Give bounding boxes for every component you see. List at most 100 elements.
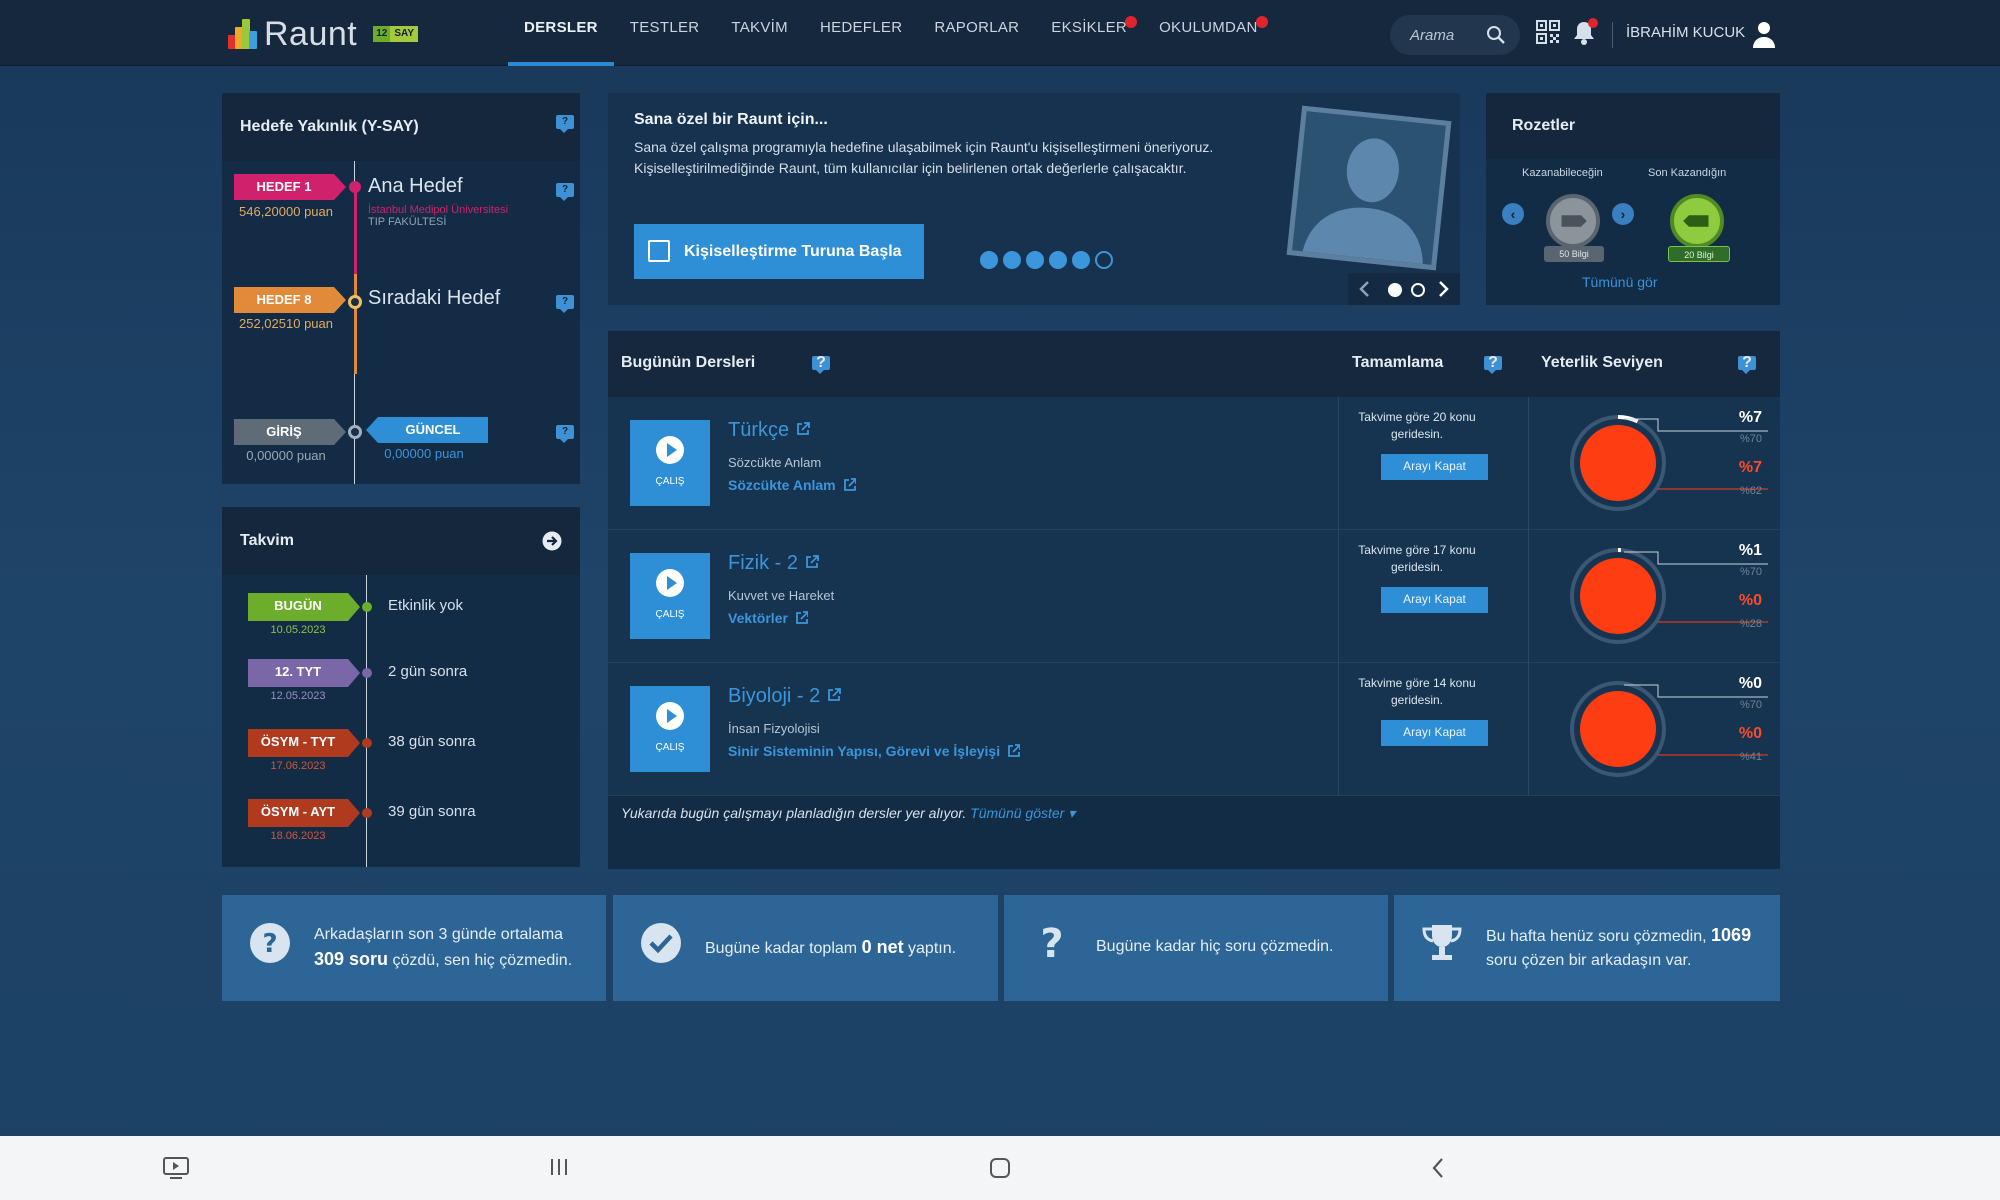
calendar-tag[interactable]: 12. TYT — [248, 659, 360, 687]
calendar-tag[interactable]: ÖSYM - TYT — [248, 729, 360, 757]
help-icon[interactable]: ? — [1738, 355, 1756, 374]
back-icon[interactable] — [1430, 1156, 1446, 1185]
carousel-dot-active[interactable] — [1388, 283, 1402, 297]
help-icon[interactable]: ? — [812, 355, 830, 374]
study-button[interactable]: ÇALIŞ — [630, 420, 710, 506]
question-icon: ? — [1040, 921, 1063, 965]
external-link-icon[interactable] — [788, 610, 809, 626]
close-gap-button[interactable]: Arayı Kapat — [1381, 454, 1488, 480]
lesson-topic: Sözcükte Anlam — [728, 477, 836, 493]
nav-item-1[interactable]: TESTLER — [614, 0, 716, 66]
calendar-event-text: 39 gün sonra — [388, 803, 476, 820]
external-link-icon[interactable] — [798, 552, 820, 574]
help-icon[interactable]: ? — [1484, 355, 1502, 374]
earnable-badge[interactable] — [1546, 194, 1600, 248]
tag-icon — [1561, 215, 1587, 227]
logo-text: Raunt — [264, 14, 358, 53]
entry-tag: GİRİŞ — [234, 419, 346, 445]
class-badge-text: SAY — [390, 26, 419, 42]
stat1-text-end: çözdü, sen hiç çözmedin. — [392, 952, 573, 969]
help-icon[interactable]: ? — [556, 295, 574, 313]
lesson-topic-link[interactable]: Sözcükte Anlam — [728, 477, 857, 493]
carousel-dot[interactable] — [1411, 283, 1425, 297]
show-all-link[interactable]: Tümünü göster ▾ — [970, 805, 1075, 821]
external-link-icon[interactable] — [836, 477, 857, 493]
personalize-title: Sana özel bir Raunt için... — [634, 111, 828, 128]
lesson-topic-link[interactable]: Vektörler — [728, 610, 809, 626]
lessons-footnote: Yukarıda bugün çalışmayı planladığın der… — [621, 805, 1075, 822]
calendar-date: 17.06.2023 — [270, 760, 326, 772]
calendar-node — [362, 738, 372, 748]
study-button[interactable]: ÇALIŞ — [630, 686, 710, 772]
lesson-title[interactable]: Türkçe — [728, 419, 811, 442]
column-divider — [1338, 663, 1339, 796]
target1-title[interactable]: Ana Hedef — [368, 175, 463, 198]
carousel-next-icon[interactable] — [1438, 281, 1450, 297]
calendar-event-label: gün sonra — [408, 803, 476, 820]
search-icon[interactable] — [1486, 25, 1506, 45]
timeline-line-target8 — [354, 274, 357, 374]
lesson-topic-link[interactable]: Sinir Sisteminin Yapısı, Görevi ve İşley… — [728, 743, 1021, 759]
carousel-prev-icon[interactable] — [1358, 281, 1370, 297]
trophy-icon — [1422, 925, 1462, 960]
calendar-tag[interactable]: BUGÜN — [248, 593, 360, 621]
help-icon[interactable]: ? — [556, 115, 574, 133]
nav-item-label: TESTLER — [629, 19, 700, 36]
target8-title[interactable]: Sıradaki Hedef — [368, 287, 500, 310]
play-icon — [656, 702, 684, 730]
stat4-text-end: soru çözen bir arkadaşın var. — [1486, 952, 1692, 969]
start-personalization-label: Kişiselleştirme Turuna Başla — [684, 242, 902, 260]
qr-code-icon[interactable] — [1536, 20, 1560, 44]
top-bar: Raunt 12 SAY DERSLER TESTLER TAKVİM HEDEFLE… — [0, 0, 2000, 66]
start-personalization-button[interactable]: Kişiselleştirme Turuna Başla — [634, 224, 924, 279]
badge-next-icon[interactable]: › — [1612, 203, 1634, 225]
nav-item-6[interactable]: OKULUMDAN — [1143, 0, 1274, 66]
external-link-icon[interactable] — [1000, 743, 1021, 759]
last-earned-badge[interactable] — [1670, 194, 1724, 248]
external-link-icon[interactable] — [789, 419, 811, 441]
external-link-icon[interactable] — [820, 685, 842, 707]
help-icon[interactable]: ? — [556, 183, 574, 201]
close-gap-button[interactable]: Arayı Kapat — [1381, 720, 1488, 746]
completion-status: Takvime göre 14 konu geridesin. — [1358, 676, 1476, 707]
recent-apps-icon[interactable] — [548, 1156, 570, 1183]
carousel-nav — [1348, 273, 1460, 305]
search-box[interactable]: Arama — [1390, 15, 1520, 55]
close-gap-button[interactable]: Arayı Kapat — [1381, 587, 1488, 613]
see-all-badges-link[interactable]: Tümünü gör — [1582, 274, 1657, 290]
nav-item-2[interactable]: TAKVİM — [715, 0, 804, 66]
nav-item-3[interactable]: HEDEFLER — [804, 0, 918, 66]
study-button[interactable]: ÇALIŞ — [630, 553, 710, 639]
level-title: Yeterlik Seviyen — [1541, 354, 1663, 371]
nav-item-4[interactable]: RAPORLAR — [918, 0, 1035, 66]
screen-share-icon[interactable] — [162, 1156, 190, 1185]
nav-item-0[interactable]: DERSLER — [508, 0, 614, 66]
target8-tag[interactable]: HEDEF 8 — [234, 287, 346, 313]
arrow-right-circle-icon[interactable] — [542, 531, 562, 551]
target1-node — [349, 181, 361, 193]
target8-node — [348, 295, 362, 309]
user-name[interactable]: İBRAHİM KUCUK — [1626, 24, 1745, 41]
help-icon[interactable]: ? — [556, 425, 574, 443]
question-circle-icon: ? — [250, 923, 290, 963]
step-pending-icon — [1095, 251, 1113, 269]
completion-status: Takvime göre 17 konu geridesin. — [1358, 543, 1476, 574]
avatar-placeholder — [1286, 105, 1452, 271]
target1-tag[interactable]: HEDEF 1 — [234, 174, 346, 200]
user-icon[interactable] — [1752, 20, 1776, 48]
badge-prev-icon[interactable]: ‹ — [1502, 203, 1524, 225]
nav-item-5[interactable]: EKSİKLER — [1035, 0, 1143, 66]
calendar-event-label: gün sonra — [408, 733, 476, 750]
lesson-title[interactable]: Fizik - 2 — [728, 552, 820, 575]
target1-faculty: TIP FAKÜLTESİ — [368, 216, 447, 228]
lesson-title[interactable]: Biyoloji - 2 — [728, 685, 842, 708]
gauge-bottom-value: %0 — [1738, 592, 1762, 609]
tag-icon — [1683, 215, 1709, 227]
stat-no-questions: ? Bugüne kadar hiç soru çözmedin. — [1004, 895, 1388, 1001]
stat2-number: 0 net — [861, 937, 904, 957]
home-icon[interactable] — [988, 1156, 1012, 1185]
lesson-row: ÇALIŞ Türkçe Sözcükte Anlam Sözcükte Anlam T… — [608, 397, 1780, 530]
calendar-tag[interactable]: ÖSYM - AYT — [248, 799, 360, 827]
logo[interactable]: Raunt 12 SAY — [228, 14, 419, 53]
calendar-title: Takvim — [240, 532, 294, 549]
